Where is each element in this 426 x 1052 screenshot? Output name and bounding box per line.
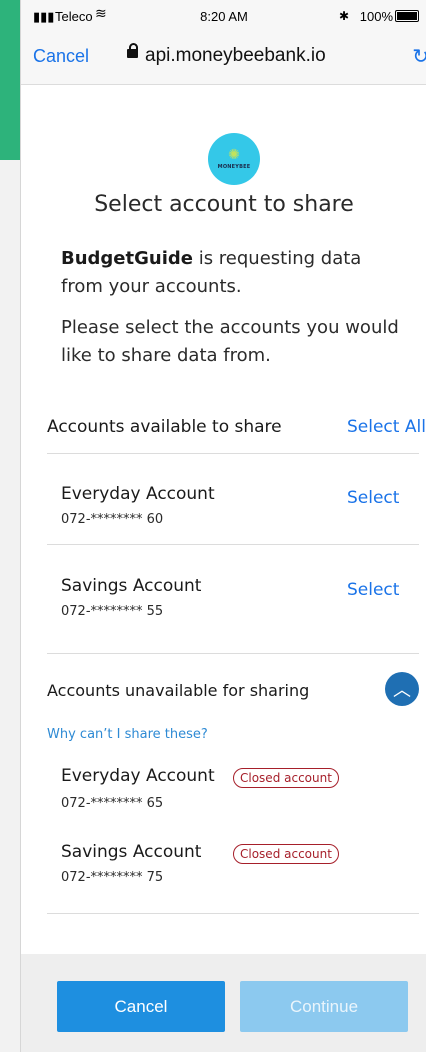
closed-account-badge: Closed account: [233, 768, 339, 788]
browser-cancel-button[interactable]: Cancel: [33, 46, 89, 67]
closed-account-badge: Closed account: [233, 844, 339, 864]
why-cant-share-link[interactable]: Why can’t I share these?: [47, 727, 208, 742]
available-heading: Accounts available to share: [47, 417, 282, 437]
instruction-text: Please select the accounts you would lik…: [61, 317, 399, 366]
browser-url-bar: Cancel api.moneybeebank.io ↻: [21, 32, 426, 85]
logo-text: MONEYBEE: [217, 164, 251, 170]
account-name: Savings Account: [61, 576, 202, 596]
cancel-button[interactable]: Cancel: [57, 981, 225, 1032]
account-name: Everyday Account: [61, 484, 215, 504]
battery-percent: 100%: [359, 9, 393, 24]
hexagon-icon: ✺: [228, 147, 240, 163]
account-number: 072-******** 75: [61, 870, 164, 885]
url-text[interactable]: api.moneybeebank.io: [145, 45, 326, 67]
select-account-link[interactable]: Select: [347, 580, 399, 600]
divider: [47, 544, 419, 545]
divider: [47, 653, 419, 654]
reload-icon[interactable]: ↻: [412, 44, 426, 69]
account-number: 072-******** 60: [61, 512, 164, 527]
bluetooth-icon: ✱: [338, 9, 349, 23]
battery-icon: [395, 10, 419, 22]
status-bar: ▮▮▮ Teleco ≋ 8:20 AM ✱ 100%: [21, 0, 426, 32]
phone-screen: ▮▮▮ Teleco ≋ 8:20 AM ✱ 100% Cancel api.m…: [20, 0, 426, 1052]
account-number: 072-******** 65: [61, 796, 164, 811]
request-description: BudgetGuide is requesting data from your…: [61, 245, 407, 301]
footer-bar: Cancel Continue: [21, 954, 426, 1052]
page-title: Select account to share: [94, 192, 354, 217]
account-name: Everyday Account: [61, 766, 215, 786]
left-green-block: [0, 0, 20, 160]
chevron-up-icon[interactable]: ︿: [385, 672, 419, 706]
requester-name: BudgetGuide: [61, 248, 193, 269]
divider: [47, 453, 419, 454]
unavailable-heading: Accounts unavailable for sharing: [47, 681, 310, 700]
account-name: Savings Account: [61, 842, 202, 862]
divider: [47, 913, 419, 914]
select-account-link[interactable]: Select: [347, 488, 399, 508]
moneybee-logo: ✺ MONEYBEE: [208, 133, 260, 185]
lock-icon: [127, 43, 138, 58]
account-number: 072-******** 55: [61, 604, 164, 619]
select-all-link[interactable]: Select All: [347, 417, 426, 437]
continue-button[interactable]: Continue: [240, 981, 408, 1032]
